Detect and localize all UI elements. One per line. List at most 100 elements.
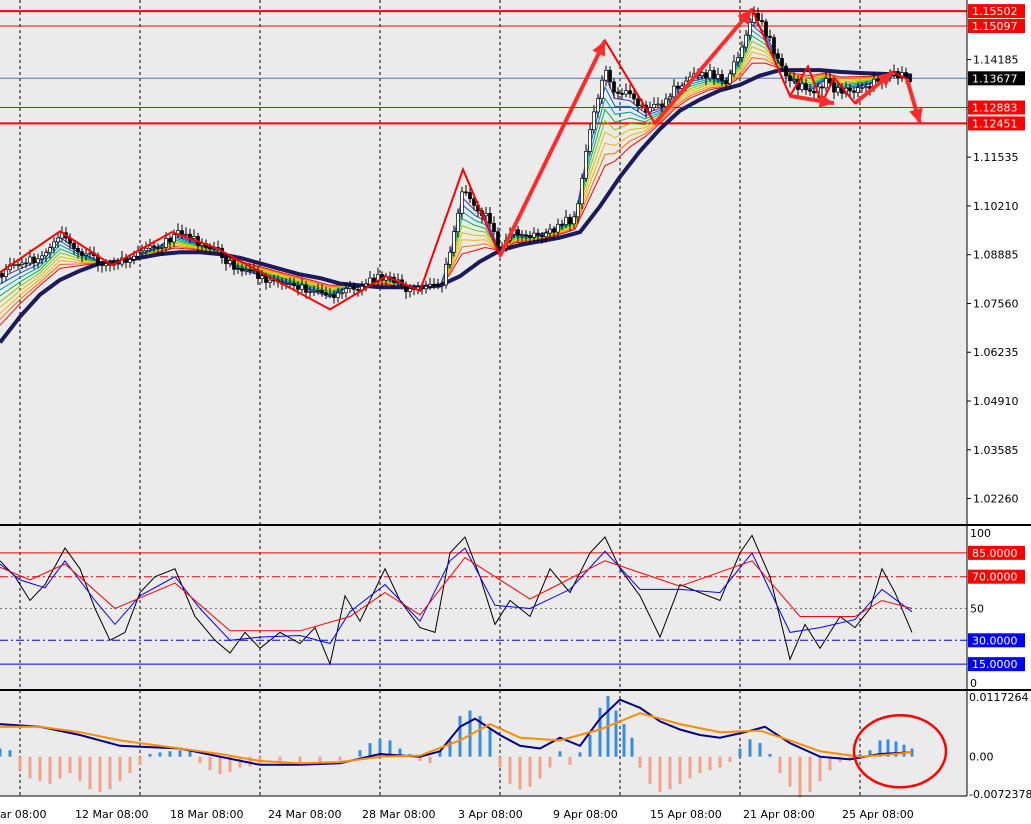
macd-histogram-bar [638,756,642,768]
candle-body [244,269,248,272]
x-tick-label: 24 Mar 08:00 [268,808,341,821]
macd-histogram-bar [588,734,592,757]
macd-histogram-bar [558,751,562,757]
candle-body [488,213,492,224]
macd-histogram-bar [28,756,32,779]
candle-body [592,111,596,131]
candle-body [456,212,460,232]
candle-body [424,285,428,290]
candle-body [192,236,196,239]
candle-body [492,222,496,232]
candle-body [264,275,268,283]
candle-body [556,223,560,233]
macd-histogram-bar [8,750,12,757]
candle-body [372,277,376,283]
candle-body [428,283,432,287]
candle-body [452,231,456,253]
candle-body [432,283,436,286]
candle-body [532,232,536,238]
candle-body [180,230,184,235]
candle-body [436,284,440,287]
candle-body [368,277,372,285]
candle-body [776,53,780,59]
macd-histogram-bar [648,756,652,784]
macd-histogram-bar [298,756,302,763]
candle-body [296,285,300,290]
candle-body [184,233,188,236]
macd-histogram-bar [678,756,682,784]
candle-body [660,103,664,107]
candle-body [292,282,296,286]
oscillator-level-label: 30.0000 [972,634,1018,647]
candle-body [716,74,720,79]
candle-body [552,228,556,233]
candle-body [584,151,588,179]
candle-body [620,93,624,95]
candle-body [300,284,304,290]
candle-body [572,216,576,225]
x-tick-label: 25 Apr 08:00 [842,808,914,821]
candle-body [708,70,712,79]
macd-histogram-bar [630,737,634,757]
candle-body [648,107,652,113]
macd-histogram-bar [158,752,162,757]
price-level-label: 1.13677 [972,72,1018,85]
candle-body [444,264,448,286]
macd-histogram-bar [0,748,2,757]
candle-body [332,294,336,298]
macd-histogram-bar [698,756,702,773]
candle-body [44,252,48,257]
candle-body [344,288,348,294]
candle-body [764,21,768,37]
macd-histogram-bar [118,756,122,782]
candle-body [236,268,240,270]
candle-body [528,235,532,238]
candle-body [860,87,864,89]
macd-histogram-bar [538,756,542,779]
candle-body [856,87,860,93]
macd-histogram-bar [828,756,832,771]
candle-body [608,69,612,83]
macd-histogram-bar [598,707,602,757]
macd-histogram-bar [568,756,572,765]
candle-body [52,241,56,249]
candle-body [40,255,44,260]
candle-body [80,251,84,256]
candle-body [312,290,316,293]
macd-histogram-bar [38,756,42,782]
macd-tick-label: 0.00 [969,751,994,764]
candle-body [656,103,660,106]
candle-body [484,213,488,217]
candle-body [144,247,148,252]
candle-body [668,96,672,100]
candle-body [780,58,784,67]
candle-body [148,245,152,249]
candle-body [208,247,212,250]
macd-histogram-bar [128,756,132,773]
candle-body [788,75,792,82]
candle-body [712,70,716,79]
price-level-label: 1.15097 [972,20,1018,33]
oscillator-tick-label: 50 [970,603,984,616]
candle-body [548,228,552,234]
candle-body [728,73,732,85]
candle-body [128,259,132,263]
candle-body [228,260,232,265]
candle-body [864,86,868,88]
candle-body [336,292,340,298]
price-tick-label: 1.02260 [973,493,1019,506]
macd-histogram-bar [658,756,662,792]
candle-body [516,229,520,236]
x-tick-label: 12 Mar 08:00 [75,808,148,821]
macd-histogram-bar [758,743,762,757]
candle-body [320,290,324,294]
candle-body [100,264,104,266]
candle-body [820,86,824,89]
candle-body [588,129,592,152]
candle-body [636,98,640,106]
candle-body [464,191,468,194]
candle-body [352,286,356,290]
macd-histogram-bar [138,756,142,765]
candle-body [540,234,544,238]
candle-body [132,255,136,260]
